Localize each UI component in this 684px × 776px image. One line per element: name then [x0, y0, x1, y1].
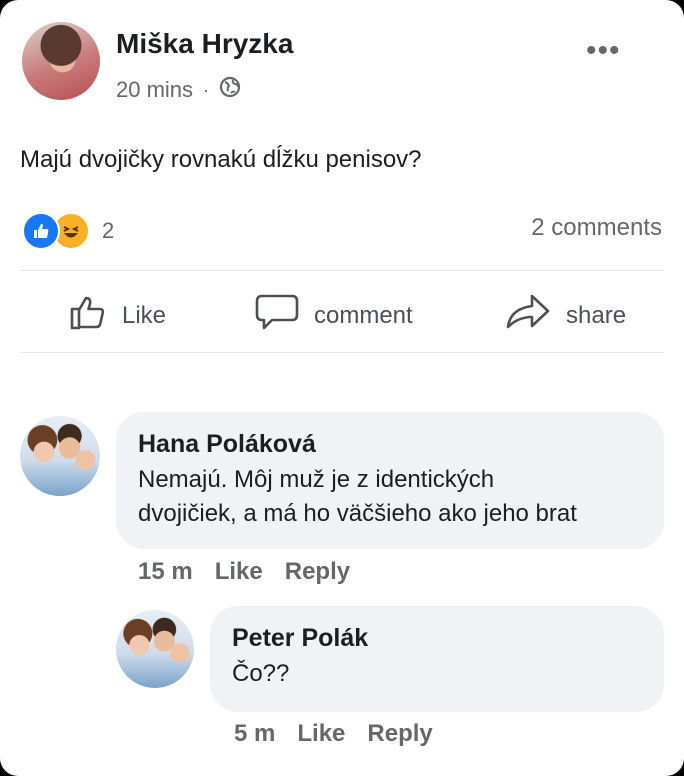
commenter-avatar[interactable]: [20, 416, 100, 496]
share-label: share: [566, 301, 627, 329]
reaction-count: 2: [102, 218, 115, 243]
divider: [20, 352, 664, 353]
comment-label: comment: [314, 301, 413, 329]
comment-like-button[interactable]: Like: [297, 720, 345, 748]
globe-icon: [219, 76, 241, 104]
thumbs-up-icon: [68, 292, 108, 339]
commenter-name[interactable]: Peter Polák: [232, 624, 642, 653]
meta-separator: ·: [203, 79, 210, 100]
commenter-avatar[interactable]: [116, 610, 194, 688]
comment-reply-button[interactable]: Reply: [367, 720, 432, 748]
comment-bubble: Peter Polák Čo??: [210, 606, 664, 712]
author-avatar[interactable]: [22, 22, 100, 100]
comment-bubble: Hana Poláková Nemajú. Môj muž je z ident…: [116, 412, 664, 549]
comments-count-link[interactable]: 2 comments: [531, 214, 662, 242]
more-options-button[interactable]: •••: [586, 34, 621, 68]
post-meta: 20 mins ·: [116, 76, 241, 104]
divider: [20, 270, 664, 271]
comment-actions: 5 m Like Reply: [234, 720, 433, 748]
comment-text-line: Nemajú. Môj muž je z identických: [138, 466, 495, 493]
like-label: Like: [122, 301, 167, 329]
comment-button[interactable]: comment: [254, 292, 413, 339]
reactions-summary[interactable]: 2: [22, 212, 114, 250]
post-text: Majú dvojičky rovnakú dĺžku penisov?: [20, 146, 422, 173]
comment-icon: [254, 292, 300, 339]
share-icon: [504, 292, 552, 339]
comment-text-line: dvojičiek, a má ho väčšieho ako jeho bra…: [138, 500, 577, 527]
comment-time[interactable]: 15 m: [138, 558, 193, 586]
comment-reply-button[interactable]: Reply: [285, 558, 350, 586]
post-time[interactable]: 20 mins: [116, 77, 193, 103]
post-card: Miška Hryzka 20 mins · ••• Majú dvojičky…: [0, 0, 684, 776]
like-reaction-icon: [22, 212, 60, 250]
like-button[interactable]: Like: [68, 292, 166, 339]
comment-like-button[interactable]: Like: [215, 558, 263, 586]
comment-text-line: Čo??: [232, 660, 290, 687]
comment-actions: 15 m Like Reply: [138, 558, 350, 586]
commenter-name[interactable]: Hana Poláková: [138, 430, 642, 459]
author-name[interactable]: Miška Hryzka: [116, 28, 293, 60]
comment-time[interactable]: 5 m: [234, 720, 275, 748]
share-button[interactable]: share: [504, 292, 626, 339]
